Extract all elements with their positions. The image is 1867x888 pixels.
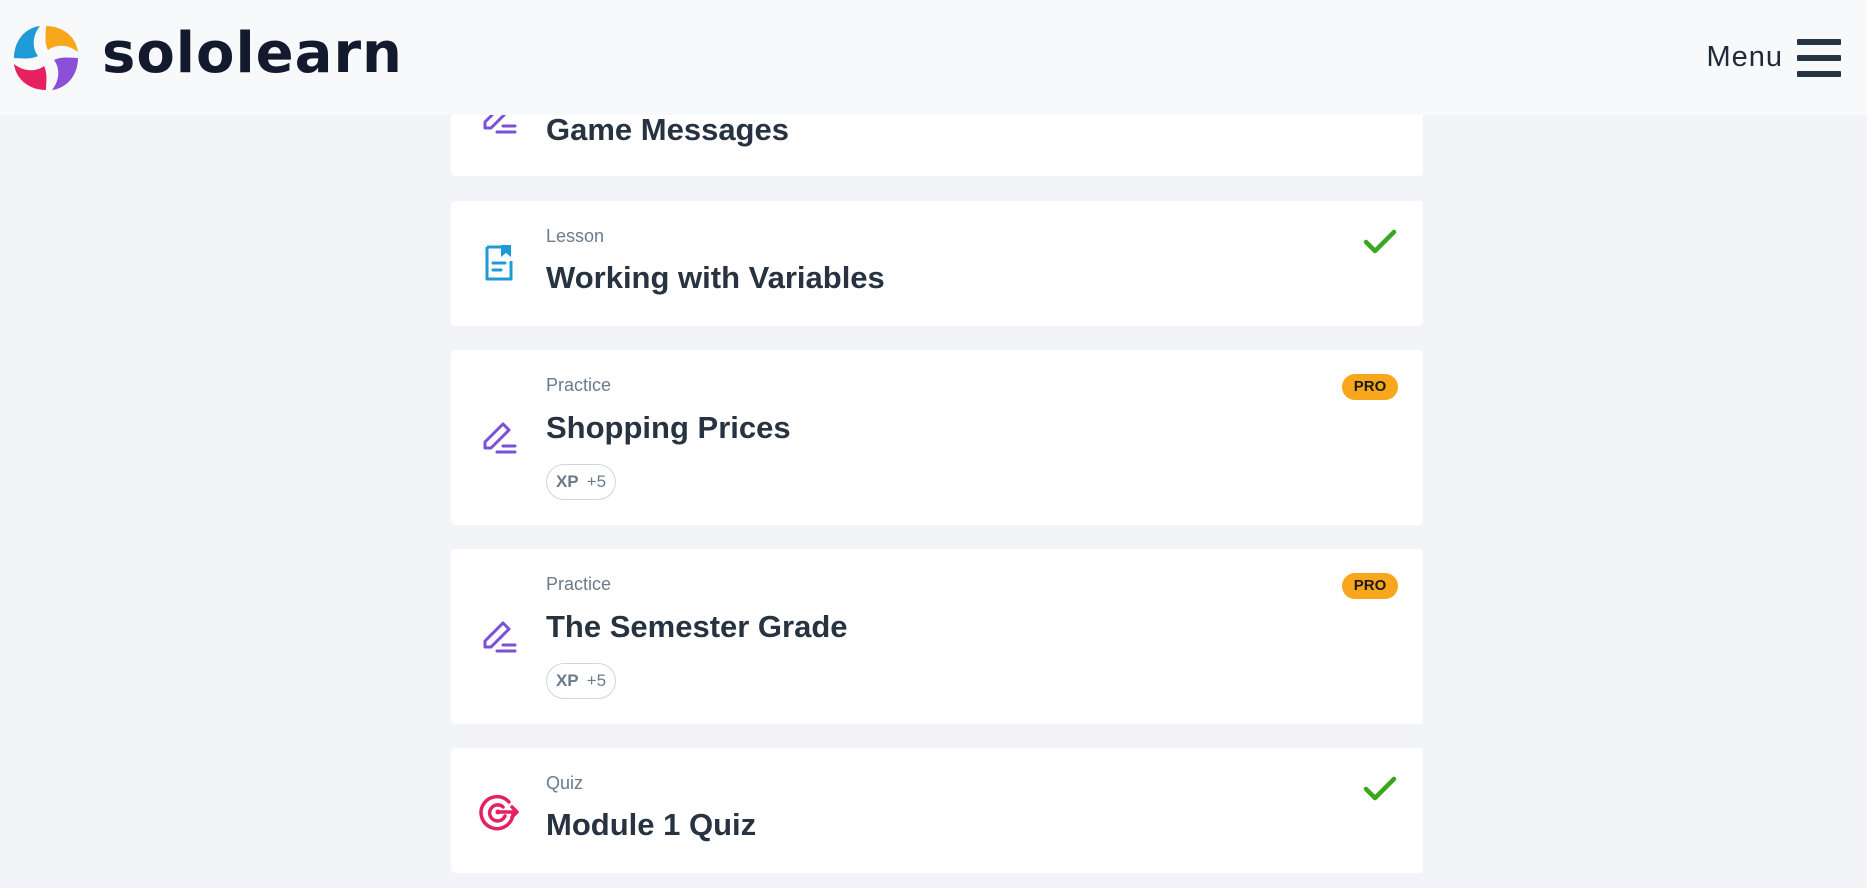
item-type: Lesson (546, 226, 605, 246)
lesson-bookmark-icon (485, 245, 513, 281)
xp-pill: XP +5 (546, 663, 616, 699)
completed-check-icon (1363, 776, 1397, 801)
xp-label: XP (555, 671, 579, 690)
top-header: sololearn Menu (0, 0, 1867, 115)
list-item-the-semester-grade[interactable]: Practice The Semester Grade PRO XP +5 (451, 549, 1423, 724)
item-type: Practice (546, 574, 612, 594)
practice-pencil-icon (483, 621, 517, 653)
item-title: Shopping Prices (546, 410, 791, 445)
list-item-shopping-prices[interactable]: Practice Shopping Prices PRO XP +5 (451, 350, 1423, 525)
item-type: Quiz (546, 773, 584, 793)
item-title: Game Messages (546, 112, 789, 147)
list-item-working-with-variables[interactable]: Lesson Working with Variables (451, 201, 1423, 326)
xp-label: XP (555, 472, 579, 491)
brand-name: sololearn (102, 20, 403, 86)
xp-pill: XP +5 (546, 464, 616, 500)
practice-pencil-icon (483, 422, 517, 454)
item-type: Practice (546, 375, 612, 395)
menu-button[interactable]: Menu (1706, 38, 1841, 77)
pro-badge: PRO (1342, 573, 1398, 599)
item-title: Module 1 Quiz (546, 807, 757, 842)
menu-label: Menu (1706, 41, 1783, 73)
xp-value: +5 (586, 671, 607, 690)
xp-value: +5 (586, 472, 607, 491)
sololearn-logo-icon (14, 25, 78, 90)
item-title: Working with Variables (546, 260, 885, 295)
hamburger-icon (1797, 38, 1841, 77)
quiz-target-icon (479, 794, 519, 831)
item-title: The Semester Grade (546, 609, 848, 644)
list-item-module-1-quiz[interactable]: Quiz Module 1 Quiz (451, 748, 1423, 873)
pro-badge: PRO (1342, 374, 1398, 400)
completed-check-icon (1363, 229, 1397, 254)
sololearn-logo[interactable]: sololearn (10, 22, 403, 94)
